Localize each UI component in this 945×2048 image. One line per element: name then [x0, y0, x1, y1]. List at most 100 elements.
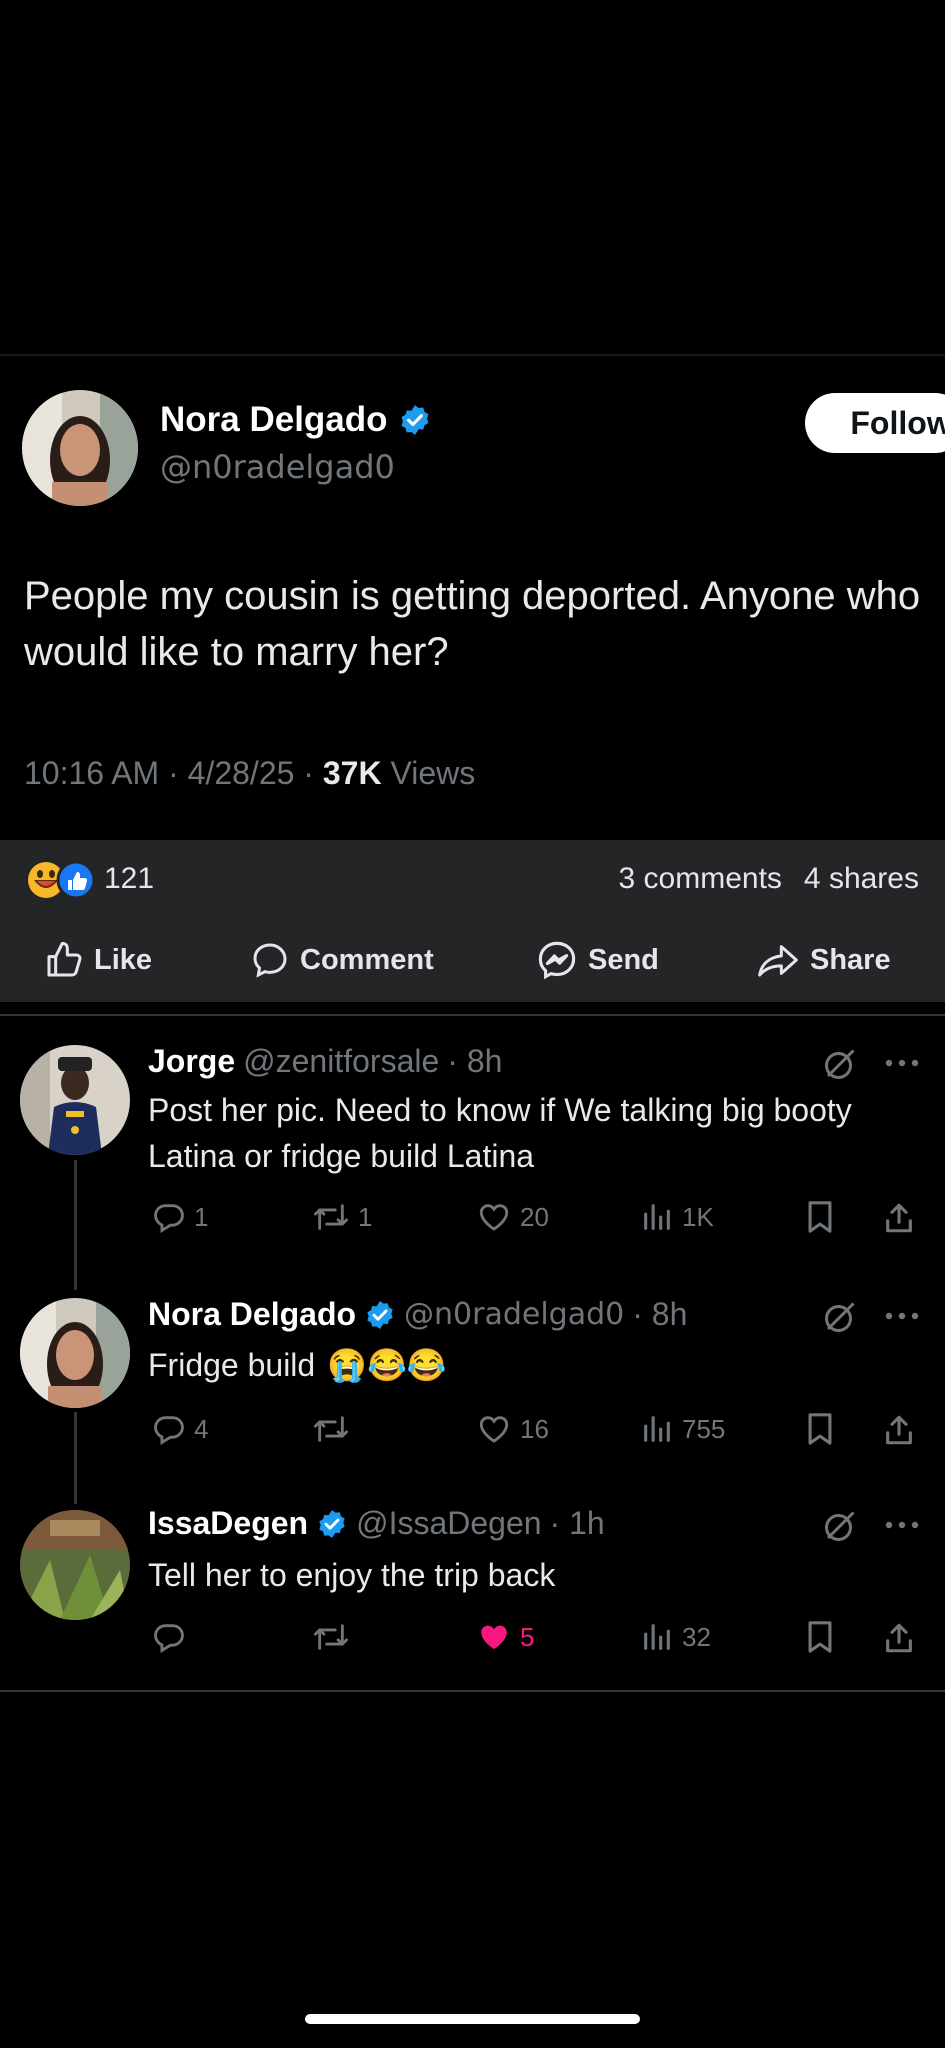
reply-text-row: Fridge build 😭😂😂 — [148, 1342, 908, 1388]
more-options-icon[interactable] — [884, 1311, 920, 1321]
analytics-icon — [640, 1200, 674, 1234]
fb-stats: 3 comments 4 shares — [619, 862, 919, 896]
shares-count[interactable]: 4 shares — [804, 862, 919, 896]
reply-author-handle[interactable]: @IssaDegen — [356, 1505, 541, 1542]
reply-time[interactable]: · 1h — [550, 1505, 605, 1542]
upload-share-icon — [882, 1200, 916, 1236]
verified-badge-icon — [398, 403, 432, 437]
emoji-text: 😭😂😂 — [327, 1347, 447, 1383]
reply-bubble-icon — [152, 1412, 186, 1446]
share-reply-button[interactable] — [882, 1620, 916, 1656]
views-label: Views — [381, 755, 476, 791]
comment-button[interactable]: Comment — [250, 935, 434, 985]
more-options-icon[interactable] — [884, 1058, 920, 1068]
author-name[interactable]: Nora Delgado — [160, 400, 388, 440]
verified-badge-icon — [316, 1508, 348, 1540]
repost-button[interactable] — [312, 1620, 358, 1654]
home-indicator[interactable] — [305, 2014, 640, 2024]
send-label: Send — [588, 943, 659, 976]
reply-header: Nora Delgado @n0radelgad0 · 8h — [148, 1296, 687, 1333]
view-count: 755 — [682, 1413, 726, 1444]
grok-icon[interactable] — [822, 1508, 858, 1544]
reply-button[interactable]: 1 — [152, 1200, 208, 1234]
views-count: 37K — [322, 755, 382, 791]
reply-time[interactable]: · 8h — [632, 1296, 687, 1333]
grok-icon[interactable] — [822, 1299, 858, 1335]
comment-label: Comment — [300, 943, 434, 976]
views-button[interactable]: 32 — [640, 1620, 711, 1654]
like-label: Like — [94, 943, 153, 976]
reply-header: IssaDegen @IssaDegen · 1h — [148, 1505, 605, 1542]
like-reply-button[interactable]: 5 — [476, 1620, 534, 1654]
top-divider — [0, 354, 945, 356]
share-reply-button[interactable] — [882, 1412, 916, 1448]
heart-filled-icon — [476, 1620, 512, 1654]
repost-icon — [312, 1620, 350, 1654]
reply-text: Fridge build — [148, 1347, 316, 1383]
reply-author-name[interactable]: Jorge — [148, 1043, 235, 1080]
verified-badge-icon — [364, 1299, 396, 1331]
thread-line — [74, 1160, 77, 1290]
repost-icon — [312, 1200, 350, 1234]
heart-icon — [476, 1412, 512, 1446]
section-divider — [0, 1014, 945, 1016]
like-reply-button[interactable]: 16 — [476, 1412, 549, 1446]
reply-bubble-icon — [152, 1620, 186, 1654]
reply-text: Tell her to enjoy the trip back — [148, 1557, 556, 1593]
comments-count[interactable]: 3 comments — [619, 862, 782, 896]
upload-share-icon — [882, 1412, 916, 1448]
reply-avatar[interactable] — [20, 1510, 130, 1620]
share-button[interactable]: Share — [756, 935, 891, 985]
follow-button[interactable]: Follow — [805, 393, 945, 453]
like-button[interactable]: Like — [44, 935, 152, 985]
reply-author-name[interactable]: Nora Delgado — [148, 1296, 356, 1333]
share-label: Share — [810, 943, 891, 976]
comment-bubble-icon — [250, 940, 290, 980]
reply-author-handle[interactable]: @zenitforsale — [243, 1043, 439, 1080]
reply-button[interactable] — [152, 1620, 194, 1654]
more-options-icon[interactable] — [884, 1520, 920, 1530]
upload-share-icon — [882, 1620, 916, 1656]
bookmark-icon — [804, 1412, 836, 1446]
repost-button[interactable] — [312, 1412, 358, 1446]
reply-header: Jorge @zenitforsale · 8h — [148, 1043, 502, 1080]
reply-avatar[interactable] — [20, 1298, 130, 1408]
views-button[interactable]: 1K — [640, 1200, 714, 1234]
repost-count: 1 — [358, 1201, 373, 1232]
share-arrow-icon — [756, 940, 800, 980]
send-button[interactable]: Send — [536, 935, 659, 985]
reply-time[interactable]: · 8h — [447, 1043, 502, 1080]
post-timestamp[interactable]: 10:16 AM · 4/28/25 · — [24, 755, 323, 791]
bookmark-icon — [804, 1200, 836, 1234]
reply-author-name[interactable]: IssaDegen — [148, 1505, 308, 1542]
views-button[interactable]: 755 — [640, 1412, 725, 1446]
author-name-row[interactable]: Nora Delgado — [160, 400, 432, 440]
bookmark-button[interactable] — [804, 1620, 836, 1654]
grok-icon[interactable] — [822, 1046, 858, 1082]
bookmark-button[interactable] — [804, 1200, 836, 1234]
share-reply-button[interactable] — [882, 1200, 916, 1236]
bottom-divider — [0, 1690, 945, 1692]
reaction-count[interactable]: 121 — [104, 862, 154, 896]
author-handle[interactable]: @n0radelgad0 — [160, 448, 395, 486]
bookmark-icon — [804, 1620, 836, 1654]
reply-count: 4 — [194, 1413, 209, 1444]
reply-text: Post her pic. Need to know if We talking… — [148, 1092, 852, 1174]
post-text: People my cousin is getting deported. An… — [24, 574, 921, 674]
reaction-icons[interactable] — [26, 860, 100, 900]
view-count: 32 — [682, 1621, 711, 1652]
bookmark-button[interactable] — [804, 1412, 836, 1446]
messenger-icon — [536, 939, 578, 981]
repost-icon — [312, 1412, 350, 1446]
like-count: 20 — [520, 1201, 549, 1232]
reply-count: 1 — [194, 1201, 209, 1232]
repost-button[interactable]: 1 — [312, 1200, 372, 1234]
reply-avatar[interactable] — [20, 1045, 130, 1155]
reply-button[interactable]: 4 — [152, 1412, 208, 1446]
like-count: 5 — [520, 1621, 535, 1652]
reply-author-handle[interactable]: @n0radelgad0 — [404, 1297, 624, 1332]
thumbs-up-icon — [44, 940, 84, 980]
author-avatar[interactable] — [22, 390, 138, 506]
post-meta: 10:16 AM · 4/28/25 · 37K Views — [24, 755, 475, 792]
like-reply-button[interactable]: 20 — [476, 1200, 549, 1234]
